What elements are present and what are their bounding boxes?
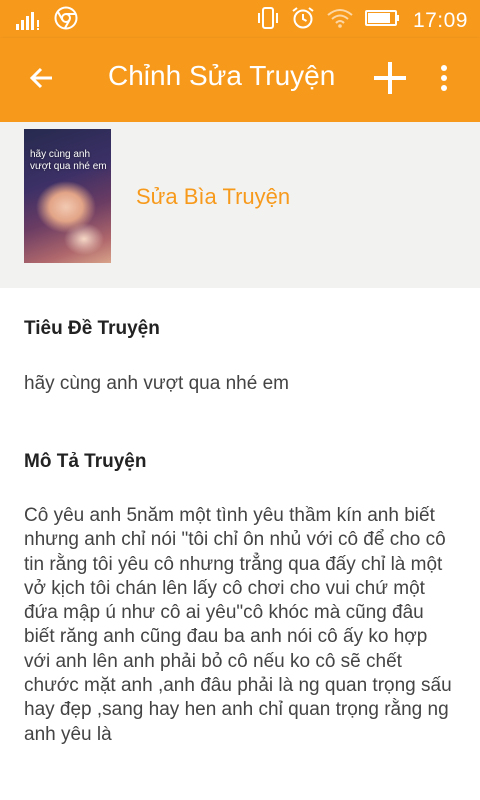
cover-section: hãy cùng anh vượt qua nhé em Sửa Bìa Tru…: [0, 122, 480, 288]
more-vertical-icon: [440, 64, 448, 97]
status-bar: 17:09: [0, 0, 480, 38]
signal-icon: [16, 10, 42, 35]
vibrate-icon: [257, 6, 279, 35]
cover-thumbnail[interactable]: hãy cùng anh vượt qua nhé em: [24, 129, 111, 263]
wifi-icon: [327, 8, 353, 33]
more-options-button[interactable]: [424, 58, 464, 102]
alarm-icon: [291, 6, 315, 35]
plus-icon: [372, 60, 408, 101]
add-button[interactable]: [366, 58, 414, 102]
page-title: Chỉnh Sửa Truyện: [108, 60, 336, 91]
story-description-field[interactable]: Cô yêu anh 5năm một tình yêu thầm kín an…: [24, 504, 454, 747]
back-button[interactable]: [20, 58, 64, 102]
edit-cover-link[interactable]: Sửa Bìa Truyện: [136, 184, 290, 210]
app-bar: Chỉnh Sửa Truyện: [0, 38, 480, 122]
story-title-label: Tiêu Đề Truyện: [24, 318, 160, 339]
status-time: 17:09: [412, 8, 468, 32]
story-description-label: Mô Tả Truyện: [24, 451, 147, 472]
cover-thumbnail-text: hãy cùng anh vượt qua nhé em: [30, 149, 107, 172]
chrome-icon: [54, 6, 78, 35]
arrow-left-icon: [28, 64, 56, 97]
battery-icon: [364, 9, 401, 32]
story-title-field[interactable]: hãy cùng anh vượt qua nhé em: [24, 372, 454, 396]
